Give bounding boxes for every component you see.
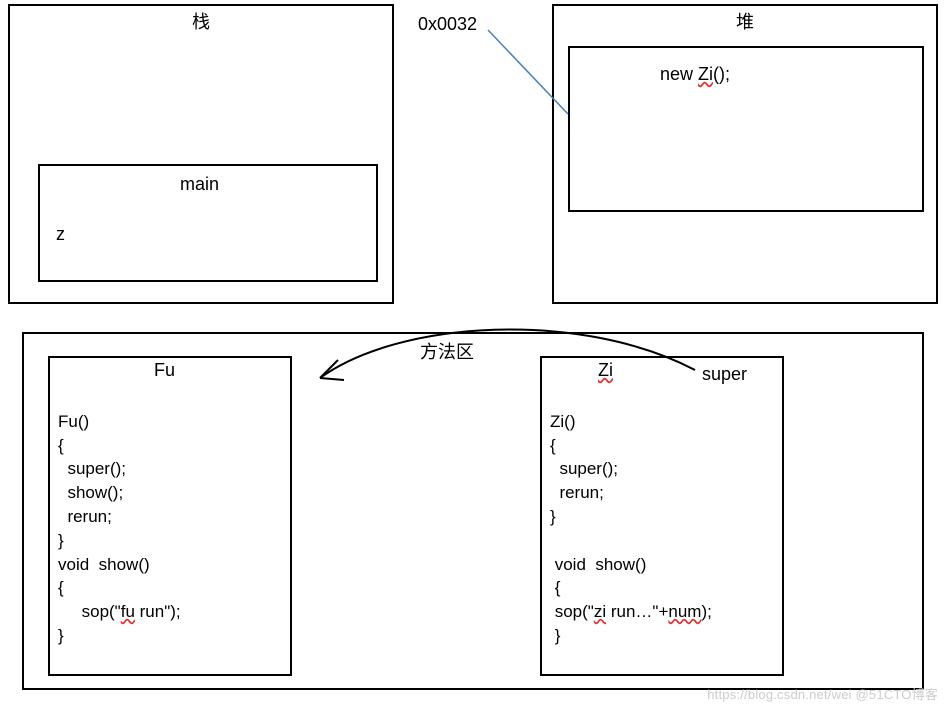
heap-title: 堆 <box>554 8 936 34</box>
method-area-title: 方法区 <box>420 338 474 364</box>
heap-object-expr: new Zi(); <box>660 64 730 85</box>
fu-title: Fu <box>154 360 175 381</box>
zi-super-label: super <box>702 364 747 385</box>
zi-title: Zi <box>598 360 613 381</box>
stack-var-z: z <box>56 224 65 245</box>
watermark: https://blog.csdn.net/wei @51CTO博客 <box>707 684 938 703</box>
stack-title: 栈 <box>10 8 392 34</box>
stack-main-label: main <box>180 174 219 195</box>
zi-sop-line: sop("zi run…"+num); <box>550 602 712 621</box>
heap-address-label: 0x0032 <box>418 14 477 35</box>
heap-object-box <box>568 46 924 212</box>
fu-code: Fu() { super(); show(); rerun; } void sh… <box>50 386 290 648</box>
zi-code: Zi() { super(); rerun; } void show() { s… <box>542 386 782 648</box>
fu-sop-line: sop("fu run"); <box>58 602 181 621</box>
